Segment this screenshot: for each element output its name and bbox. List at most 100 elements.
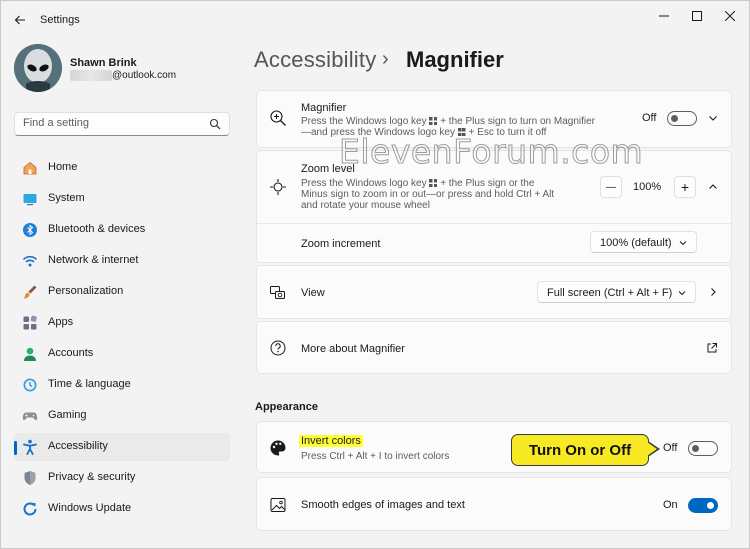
zoom-out-button[interactable]: —	[600, 176, 622, 198]
zoom-level-card: Zoom level Press the Windows logo key + …	[256, 150, 732, 263]
help-icon	[270, 340, 286, 356]
email-suffix: @outlook.com	[112, 70, 177, 81]
annotation-callout: Turn On or Off	[511, 434, 649, 466]
selection-indicator	[14, 441, 17, 455]
windows-logo-icon	[457, 128, 466, 136]
gamepad-icon	[22, 412, 38, 421]
close-icon	[725, 11, 735, 21]
smooth-edges-toggle[interactable]	[688, 498, 718, 513]
sidebar-item-windows-update[interactable]: Windows Update	[14, 495, 230, 523]
magnifier-state-label: Off	[642, 112, 657, 124]
magnifier-toggle[interactable]	[667, 111, 697, 126]
magnifier-card[interactable]: Magnifier Press the Windows logo key + t…	[256, 90, 732, 148]
invert-colors-title: Invert colors	[299, 435, 363, 447]
sidebar-item-label: Apps	[48, 316, 74, 328]
breadcrumb-parent[interactable]: Accessibility	[254, 47, 376, 73]
back-button[interactable]	[11, 11, 29, 29]
system-icon	[23, 194, 37, 206]
sidebar-item-network[interactable]: Network & internet	[14, 247, 230, 275]
invert-colors-card[interactable]: Invert colors Press Ctrl + Alt + I to in…	[256, 421, 732, 473]
profile-name: Shawn Brink	[70, 57, 137, 69]
sidebar-item-label: Bluetooth & devices	[48, 223, 146, 235]
sidebar-item-accounts[interactable]: Accounts	[14, 340, 230, 368]
windows-logo-icon	[429, 117, 438, 125]
minimize-button[interactable]	[652, 7, 676, 25]
chevron-down-icon	[678, 291, 686, 296]
view-value: Full screen (Ctrl + Alt + F)	[547, 287, 673, 299]
breadcrumb-separator: ›	[382, 48, 389, 70]
sidebar-item-label: Accounts	[48, 347, 94, 359]
zoom-target-icon	[270, 179, 286, 195]
maximize-icon	[692, 11, 702, 21]
sidebar-item-label: Network & internet	[48, 254, 139, 266]
settings-window: Settings Shawn Brink @outlook.com Home	[0, 0, 750, 549]
view-title: View	[301, 287, 325, 299]
more-about-card[interactable]: More about Magnifier	[256, 321, 732, 374]
app-title: Settings	[40, 14, 80, 26]
wifi-icon	[22, 255, 38, 267]
avatar[interactable]	[14, 44, 62, 92]
view-icon	[270, 286, 285, 299]
view-dropdown[interactable]: Full screen (Ctrl + Alt + F)	[537, 281, 696, 303]
desc-text: Press the Windows logo key	[301, 116, 427, 127]
back-arrow-icon	[14, 15, 25, 25]
toggle-knob	[671, 115, 678, 122]
desc-text: + the Plus sign or the	[440, 178, 535, 189]
accounts-icon	[24, 347, 36, 361]
search-box[interactable]	[14, 112, 230, 136]
title-bar: Settings	[1, 1, 749, 39]
image-icon	[270, 498, 286, 512]
zoom-level-description: Press the Windows logo key + the Plus si…	[301, 178, 601, 211]
desc-text: —and press the Windows logo key	[301, 127, 455, 138]
sidebar-item-home[interactable]: Home	[14, 154, 230, 182]
desc-text: + Esc to turn it off	[468, 127, 547, 138]
sidebar-item-bluetooth[interactable]: Bluetooth & devices	[14, 216, 230, 244]
sidebar-item-label: Windows Update	[48, 502, 132, 514]
brush-icon	[24, 285, 37, 299]
sidebar-item-gaming[interactable]: Gaming	[14, 402, 230, 430]
smooth-edges-title: Smooth edges of images and text	[301, 499, 465, 511]
page-title: Magnifier	[406, 47, 504, 72]
maximize-button[interactable]	[685, 7, 709, 25]
update-icon	[23, 502, 37, 516]
sidebar-item-apps[interactable]: Apps	[14, 309, 230, 337]
chevron-down-icon	[679, 241, 687, 246]
minus-icon: —	[606, 181, 616, 193]
invert-colors-state-label: Off	[663, 442, 678, 454]
zoom-value: 100%	[633, 181, 662, 193]
sidebar-item-privacy-security[interactable]: Privacy & security	[14, 464, 230, 492]
plus-icon: +	[680, 179, 690, 195]
appearance-section-label: Appearance	[255, 401, 318, 413]
home-icon	[23, 161, 37, 175]
zoom-increment-value: 100% (default)	[600, 237, 672, 249]
more-about-title: More about Magnifier	[301, 343, 405, 355]
open-external-icon[interactable]	[706, 342, 718, 354]
callout-pointer-fill	[647, 442, 657, 456]
close-button[interactable]	[718, 7, 742, 25]
chevron-up-icon[interactable]	[707, 181, 719, 193]
desc-text: + the Plus sign to turn on Magnifier	[440, 116, 595, 127]
smooth-edges-state-label: On	[663, 499, 678, 511]
chevron-right-icon[interactable]	[707, 286, 719, 298]
sidebar-item-label: Personalization	[48, 285, 124, 297]
search-input[interactable]	[23, 117, 203, 129]
zoom-in-button[interactable]: +	[674, 176, 696, 198]
sidebar-item-personalization[interactable]: Personalization	[14, 278, 230, 306]
chevron-down-icon[interactable]	[707, 112, 719, 124]
zoom-increment-title: Zoom increment	[301, 238, 381, 250]
sidebar-item-accessibility[interactable]: Accessibility	[14, 433, 230, 461]
bluetooth-icon	[23, 223, 37, 237]
sidebar-item-time-language[interactable]: Time & language	[14, 371, 230, 399]
desc-text: Minus sign to zoom in or out—or press an…	[301, 189, 555, 200]
sidebar-item-label: Time & language	[48, 378, 131, 390]
minimize-icon	[659, 15, 669, 17]
smooth-edges-card[interactable]: Smooth edges of images and text On	[256, 477, 732, 531]
invert-colors-toggle[interactable]	[688, 441, 718, 456]
view-card[interactable]: View Full screen (Ctrl + Alt + F)	[256, 265, 732, 319]
sidebar-item-label: Accessibility	[48, 440, 108, 452]
redacted-email-prefix	[70, 70, 112, 81]
zoom-increment-dropdown[interactable]: 100% (default)	[590, 231, 697, 253]
highlighted-title: Invert colors	[299, 435, 363, 447]
sidebar-item-system[interactable]: System	[14, 185, 230, 213]
toggle-knob	[692, 445, 699, 452]
